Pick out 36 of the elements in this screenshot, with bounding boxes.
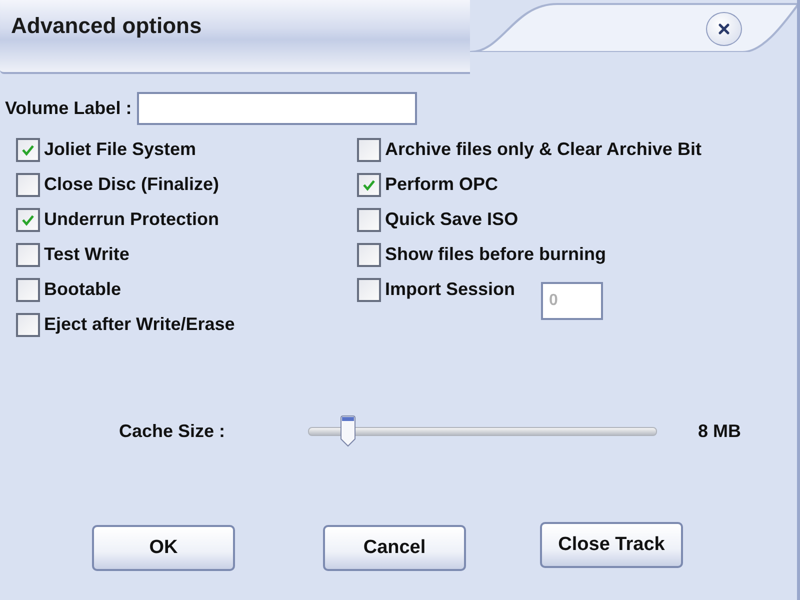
checkbox-label[interactable]: Bootable [44, 279, 122, 300]
check-icon [21, 142, 35, 156]
checkbox-label[interactable]: Quick Save ISO [385, 209, 518, 230]
checkbox-label[interactable]: Archive files only & Clear Archive Bit [385, 139, 702, 160]
checkbox[interactable] [357, 138, 381, 162]
checkbox-label[interactable]: Perform OPC [385, 174, 498, 195]
check-icon [362, 178, 376, 192]
cache-size-label: Cache Size : [119, 420, 226, 442]
checkbox[interactable] [16, 242, 40, 266]
checkbox[interactable] [16, 172, 40, 196]
checkbox-label[interactable]: Close Disc (Finalize) [44, 174, 220, 195]
checkbox[interactable] [16, 278, 40, 302]
dialog-button[interactable]: Cancel [323, 525, 466, 571]
cache-size-value: 8 MB [698, 420, 742, 442]
dialog-button[interactable]: OK [92, 525, 235, 571]
checkbox[interactable] [357, 172, 381, 196]
checkbox[interactable] [16, 312, 40, 336]
slider-track[interactable] [308, 415, 657, 447]
checkbox-label[interactable]: Show files before burning [385, 244, 606, 265]
checkbox-label[interactable]: Joliet File System [44, 139, 196, 160]
checkbox[interactable] [357, 242, 381, 266]
check-icon [21, 212, 35, 226]
checkbox-label[interactable]: Underrun Protection [44, 209, 220, 230]
checkbox-label[interactable]: Eject after Write/Erase [44, 314, 235, 335]
checkbox-label[interactable]: Import Session [385, 279, 516, 300]
slider-thumb[interactable] [340, 415, 356, 447]
checkbox[interactable] [357, 278, 381, 302]
checkbox-label[interactable]: Test Write [44, 244, 130, 265]
close-icon [718, 23, 730, 35]
field-label: Volume Label : [5, 98, 132, 119]
checkbox[interactable] [16, 138, 40, 162]
dialog-button[interactable]: Close Track [540, 522, 683, 568]
checkbox[interactable] [16, 208, 40, 232]
window-title: Advanced options [10, 13, 202, 39]
checkbox[interactable] [357, 208, 381, 232]
volume-label-field[interactable] [136, 92, 417, 125]
